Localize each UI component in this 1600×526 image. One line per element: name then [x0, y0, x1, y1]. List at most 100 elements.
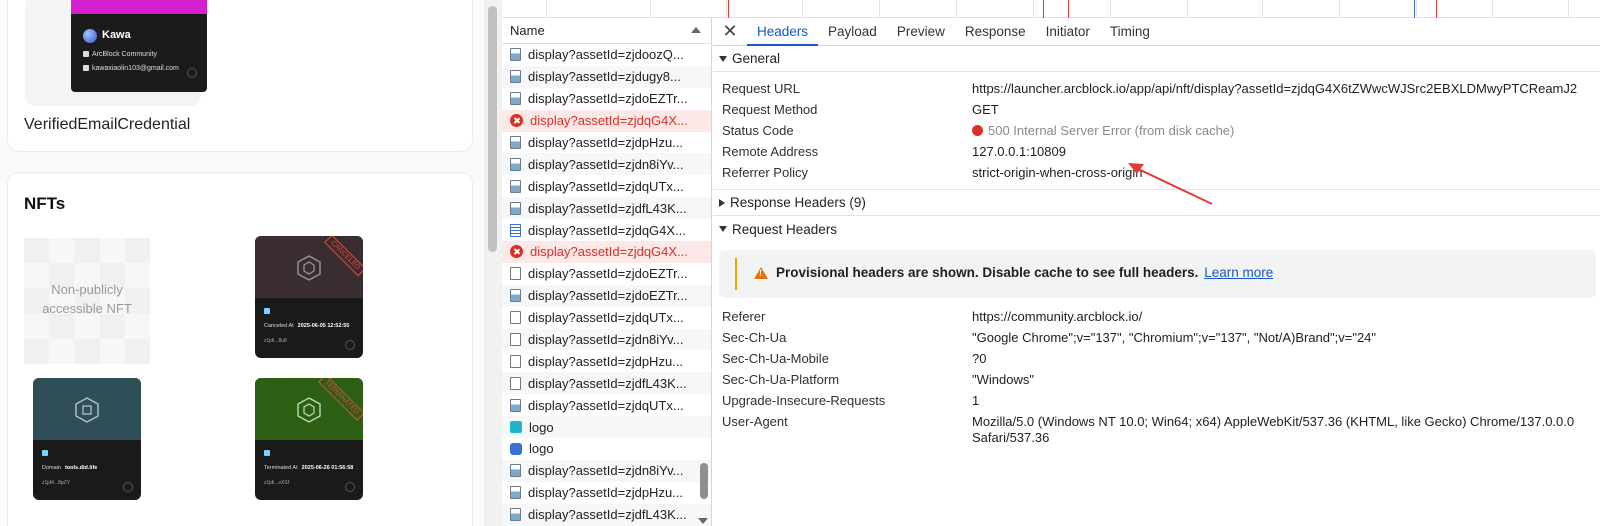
nft-chip-icon: [264, 450, 270, 456]
header-value[interactable]: "Windows": [972, 372, 1582, 388]
tab-timing[interactable]: Timing: [1100, 18, 1160, 46]
request-row[interactable]: display?assetId=zjdpHzu...: [502, 132, 711, 154]
timeline-gridline: [879, 0, 880, 18]
page-scrollbar[interactable]: [484, 0, 502, 526]
credential-thumbnail[interactable]: Kawa ArcBlock Community kawaxiaolin103@g…: [25, 0, 207, 106]
general-row-remote-address: Remote Address 127.0.0.1:10809: [713, 141, 1600, 162]
name-column-header[interactable]: Name: [502, 18, 711, 44]
request-row[interactable]: display?assetId=zjdn8iYv...: [502, 328, 711, 351]
nft-owner: z1jd4...8pZY: [42, 480, 71, 486]
page-scrollbar-thumb[interactable]: [488, 6, 497, 252]
request-headers-title: Request Headers: [732, 221, 838, 237]
tab-headers[interactable]: Headers: [747, 18, 819, 46]
close-icon[interactable]: ✕: [713, 21, 747, 42]
request-row[interactable]: logo: [502, 416, 711, 439]
timeline-gridline: [1187, 0, 1188, 18]
nfts-heading: NFTs: [24, 194, 66, 213]
logo-image-icon: [510, 442, 522, 455]
general-section-toggle[interactable]: General: [713, 46, 1600, 72]
image-file-icon: [510, 179, 521, 193]
status-code-value[interactable]: 500 Internal Server Error (from disk cac…: [972, 123, 1582, 139]
request-header-row: Upgrade-Insecure-Requests 1: [713, 390, 1600, 411]
header-key: Status Code: [722, 122, 794, 138]
header-value[interactable]: "Google Chrome";v="137", "Chromium";v="1…: [972, 330, 1582, 346]
request-row[interactable]: display?assetId=zjdqUTx...: [502, 307, 711, 329]
response-headers-toggle[interactable]: Response Headers (9): [713, 190, 1600, 216]
request-row[interactable]: display?assetId=zjdqUTx...: [502, 394, 711, 416]
request-row[interactable]: display?assetId=zjdqUTx...: [502, 175, 711, 197]
general-row-status-code: Status Code 500 Internal Server Error (f…: [713, 120, 1600, 141]
image-file-icon: [510, 289, 521, 303]
request-row[interactable]: display?assetId=zjdoEZTr...: [502, 88, 711, 110]
request-row[interactable]: logo: [502, 438, 711, 460]
header-value[interactable]: 1: [972, 393, 1582, 409]
request-url-value[interactable]: https://launcher.arcblock.io/app/api/nft…: [972, 81, 1582, 97]
header-value[interactable]: https://community.arcblock.io/: [972, 309, 1582, 325]
header-key: User-Agent: [722, 413, 788, 429]
request-row[interactable]: display?assetId=zjdqG4X...: [502, 219, 711, 241]
general-section: Request URL https://launcher.arcblock.io…: [713, 72, 1600, 190]
seal-icon: [345, 482, 355, 492]
request-row[interactable]: display?assetId=zjdfL43K...: [502, 503, 711, 526]
timeline-gridline: [1033, 0, 1034, 18]
request-name: display?assetId=zjdoEZTr...: [528, 288, 688, 304]
general-row-referrer-policy: Referrer Policy strict-origin-when-cross…: [713, 162, 1600, 183]
tab-preview[interactable]: Preview: [887, 18, 955, 46]
request-name: display?assetId=zjdqG4X...: [528, 222, 686, 238]
timeline-gridline: [956, 0, 957, 18]
request-row[interactable]: display?assetId=zjdqG4X...: [502, 109, 711, 132]
image-file-icon: [510, 201, 521, 215]
header-key: Sec-Ch-Ua: [722, 329, 787, 345]
request-row[interactable]: display?assetId=zjdfL43K...: [502, 197, 711, 220]
request-row[interactable]: display?assetId=zjdpHzu...: [502, 482, 711, 504]
request-list-scrollbar-thumb[interactable]: [700, 463, 708, 499]
request-header-row: Sec-Ch-Ua "Google Chrome";v="137", "Chrom…: [713, 327, 1600, 348]
request-name: display?assetId=zjdoozQ...: [528, 47, 684, 63]
referrer-policy-value[interactable]: strict-origin-when-cross-origin: [972, 165, 1582, 181]
timeline-marker: [728, 0, 729, 18]
tab-payload[interactable]: Payload: [818, 18, 887, 46]
nft-meta: Domain tools.did.life: [42, 465, 97, 471]
request-row[interactable]: display?assetId=zjdoEZTr...: [502, 263, 711, 285]
error-status-icon: [972, 124, 983, 136]
header-value[interactable]: Mozilla/5.0 (Windows NT 10.0; Win64; x64…: [972, 414, 1582, 446]
remote-address-value[interactable]: 127.0.0.1:10809: [972, 144, 1582, 160]
nft-card[interactable]: CANCELED Canceled At 2025-06-05 12:52:55 …: [255, 236, 363, 358]
document-icon: [510, 311, 521, 325]
request-headers-toggle[interactable]: Request Headers: [713, 216, 1600, 242]
request-row[interactable]: display?assetId=zjdfL43K...: [502, 372, 711, 395]
seal-icon: [123, 482, 133, 492]
request-row[interactable]: display?assetId=zjdugy8...: [502, 65, 711, 88]
header-value[interactable]: ?0: [972, 351, 1582, 367]
community-icon: [83, 51, 89, 58]
request-row[interactable]: display?assetId=zjdoozQ...: [502, 44, 711, 66]
sort-ascending-icon[interactable]: [691, 27, 701, 33]
request-row[interactable]: display?assetId=zjdn8iYv...: [502, 459, 711, 482]
request-name: display?assetId=zjdqUTx...: [528, 178, 684, 194]
request-method-value[interactable]: GET: [972, 102, 1582, 118]
tab-initiator[interactable]: Initiator: [1036, 18, 1100, 46]
scroll-down-icon[interactable]: [698, 518, 708, 524]
learn-more-link[interactable]: Learn more: [1204, 265, 1273, 280]
avatar: [83, 29, 97, 43]
credential-community-line: ArcBlock Community: [83, 51, 157, 58]
request-row[interactable]: display?assetId=zjdqG4X...: [502, 241, 711, 263]
request-headers-list: Referer https://community.arcblock.io/Sec…: [713, 306, 1600, 448]
timeline-gridline: [1110, 0, 1111, 18]
request-row[interactable]: display?assetId=zjdoEZTr...: [502, 284, 711, 307]
request-header-row: User-Agent Mozilla/5.0 (Windows NT 10.0; …: [713, 411, 1600, 448]
nft-card[interactable]: TERMINATED Terminated At 2025-06-26 01:56…: [255, 378, 363, 500]
nft-owner: z1jdi...8u8: [264, 338, 287, 344]
network-timeline[interactable]: [502, 0, 1600, 18]
request-header-row: Sec-Ch-Ua-Mobile ?0: [713, 348, 1600, 369]
request-name: display?assetId=zjdn8iYv...: [528, 463, 684, 479]
nft-card[interactable]: Domain tools.did.life z1jd4...8pZY: [33, 378, 141, 500]
timeline-marker: [1043, 0, 1044, 18]
request-row[interactable]: display?assetId=zjdn8iYv...: [502, 153, 711, 176]
tab-response[interactable]: Response: [955, 18, 1036, 46]
request-row[interactable]: display?assetId=zjdpHzu...: [502, 350, 711, 372]
timeline-marker: [1436, 0, 1437, 18]
request-name: logo: [529, 441, 554, 457]
timeline-gridline: [650, 0, 651, 18]
image-file-icon: [510, 136, 521, 149]
